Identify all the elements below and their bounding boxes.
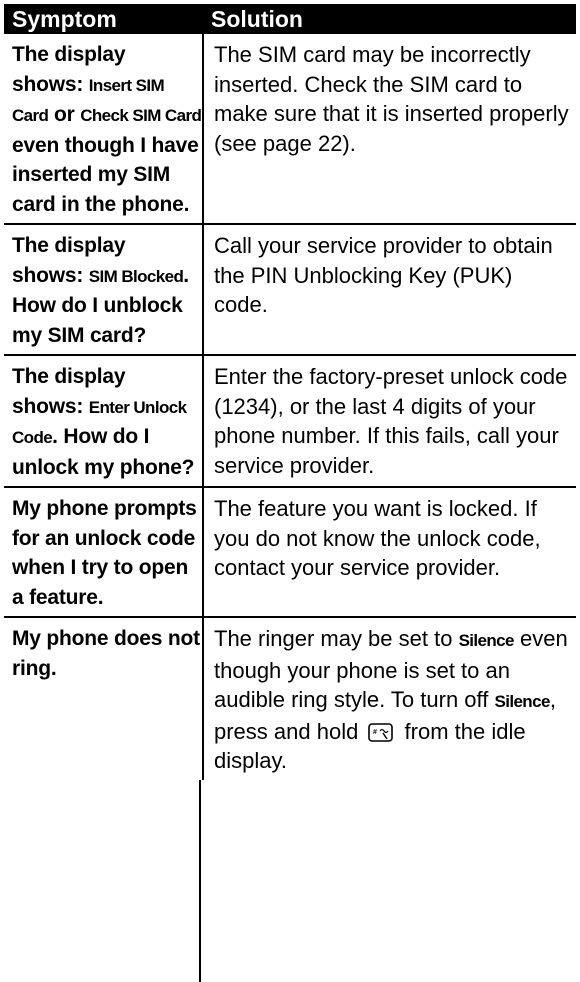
symptom-cell: The display shows: Enter Unlock Code. Ho… — [4, 355, 204, 488]
display-message-text: SIM Blocked — [88, 266, 184, 286]
table-row: The display shows: Enter Unlock Code. Ho… — [4, 355, 576, 488]
solution-cell: The ringer may be set to Silence even th… — [203, 617, 576, 780]
display-message-text: Check SIM Card — [80, 106, 202, 125]
table-row: My phone does not ring. The ringer may be… — [4, 617, 576, 780]
solution-cell: The feature you want is locked. If you d… — [203, 487, 576, 618]
cell-text: The feature you want is locked. If you d… — [214, 496, 541, 580]
cell-text: The ringer may be set to — [214, 626, 459, 651]
symptom-header: Symptom — [12, 5, 117, 32]
symptom-cell: My phone does not ring. — [4, 617, 204, 780]
silence-key-icon: # — [368, 721, 394, 742]
solution-cell: Enter the factory-preset unlock code (12… — [203, 355, 576, 488]
cell-text: even though I have inserted my SIM card … — [12, 133, 199, 216]
cell-text: The SIM card may be incorrectly inserted… — [214, 42, 569, 156]
column-divider-stub — [199, 780, 201, 982]
cell-text: My phone prompts for an unlock code when… — [12, 497, 197, 609]
troubleshooting-table: Symptom Solution The display shows: Inse… — [4, 4, 576, 780]
table-row: The display shows: SIM Blocked. How do I… — [4, 224, 576, 356]
table-body: The display shows: Insert SIM Card or Ch… — [4, 34, 576, 780]
solution-cell: The SIM card may be incorrectly inserted… — [203, 34, 576, 225]
symptom-cell: The display shows: SIM Blocked. How do I… — [4, 224, 204, 356]
cell-text: My phone does not ring. — [12, 627, 200, 680]
display-message-text: Silence — [458, 631, 515, 650]
svg-text:#: # — [373, 729, 377, 736]
symptom-cell: The display shows: Insert SIM Card or Ch… — [4, 34, 204, 225]
table-header-row: Symptom Solution — [4, 4, 576, 34]
table-row: My phone prompts for an unlock code when… — [4, 487, 576, 618]
cell-text: Call your service provider to obtain the… — [214, 233, 553, 317]
solution-header: Solution — [211, 5, 303, 32]
cell-text: Enter the factory-preset unlock code (12… — [214, 364, 568, 478]
solution-cell: Call your service provider to obtain the… — [203, 224, 576, 356]
table-row: The display shows: Insert SIM Card or Ch… — [4, 34, 576, 225]
symptom-cell: My phone prompts for an unlock code when… — [4, 487, 204, 618]
display-message-text: Silence — [494, 692, 550, 711]
cell-text: or — [48, 103, 81, 126]
